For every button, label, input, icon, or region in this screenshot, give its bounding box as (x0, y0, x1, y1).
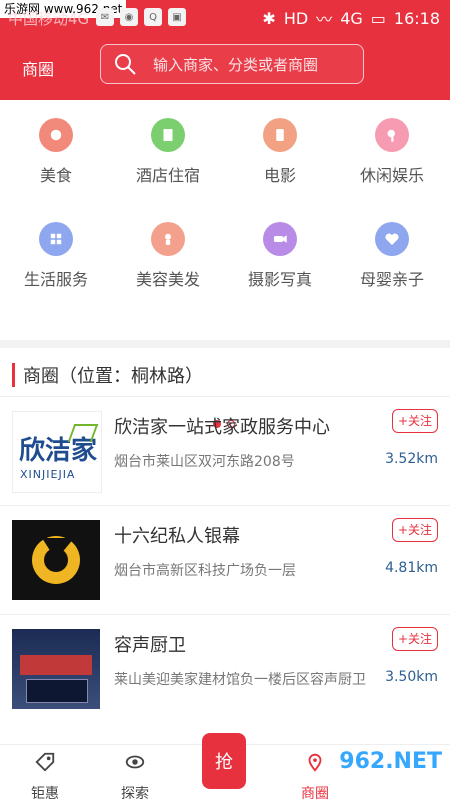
logo-sub-text: XINJIEJIA (20, 468, 76, 481)
bottom-tabbar: 钜惠 探索 抢 商圈 962.NET (0, 733, 450, 803)
category-label: 摄影写真 (247, 270, 312, 289)
shop-distance: 3.52km (385, 451, 438, 467)
image-icon: ▣ (168, 8, 186, 26)
category-entertainment[interactable]: 休闲娱乐 (336, 100, 448, 185)
battery-icon: ▭ (370, 8, 386, 28)
film-logo-icon (12, 520, 100, 600)
shop-list: 欣洁家 XINJIEJIA 欣洁家一站式家政服务中心 烟台市莱山区双河东路208… (0, 396, 450, 723)
app-icon: ◉ (120, 8, 138, 26)
category-label: 休闲娱乐 (359, 166, 424, 185)
food-icon (39, 118, 73, 152)
shop-title: 欣洁家一站式家政服务中心 (114, 417, 330, 438)
grab-label: 抢 (215, 752, 233, 773)
shop-logo: 欣洁家 XINJIEJIA (12, 411, 102, 493)
microphone-icon (375, 118, 409, 152)
shop-distance: 3.50km (385, 669, 438, 685)
notification-icon: ✉ (96, 8, 114, 26)
carrier-label: 中国移动4G (8, 10, 90, 28)
shop-title: 十六纪私人银幕 (114, 526, 240, 547)
tab-label: 钜惠 (31, 786, 59, 802)
search-icon (115, 54, 136, 75)
qq-icon: Q (144, 8, 162, 26)
category-grid: 美食 酒店住宿 电影 休闲娱乐 生活服务 美容美发 摄影写真 母婴亲子 (0, 100, 450, 428)
movie-icon (263, 118, 297, 152)
shop-distance: 4.81km (385, 560, 438, 576)
shop-item[interactable]: 十六纪私人银幕 烟台市高新区科技广场负一层 +关注 4.81km (0, 505, 450, 614)
category-photography[interactable]: 摄影写真 (224, 204, 336, 289)
app-bar: 商圈 (0, 34, 450, 100)
category-food[interactable]: 美食 (0, 100, 112, 185)
tab-label: 探索 (121, 786, 149, 802)
district-selector[interactable]: 商圈 (22, 56, 54, 80)
shop-photo (12, 629, 100, 709)
hd-icon: HD (283, 8, 309, 28)
shop-address: 烟台市莱山区双河东路208号 (114, 454, 295, 470)
search-input[interactable] (151, 51, 355, 79)
tab-explore[interactable]: 探索 (90, 751, 180, 803)
heart-icon (375, 222, 409, 256)
location-icon (308, 753, 322, 772)
camera-icon (263, 222, 297, 256)
corner-watermark: 962.NET (339, 749, 442, 774)
bluetooth-icon: ✱ (262, 8, 276, 28)
shop-item[interactable]: 欣洁家 XINJIEJIA 欣洁家一站式家政服务中心 烟台市莱山区双河东路208… (0, 396, 450, 505)
section-title-text: 商圈（位置：桐林路） (23, 366, 203, 387)
follow-button[interactable]: +关注 (392, 409, 438, 433)
shop-address: 烟台市高新区科技广场负一层 (114, 563, 296, 579)
status-app-icons: ✉ ◉ Q ▣ (96, 8, 186, 26)
clock: 16:18 (393, 8, 440, 28)
shop-logo (12, 520, 100, 600)
network-label: 4G (340, 8, 363, 28)
shop-address: 莱山美迎美家建材馆负一楼后区容声厨卫 (114, 672, 366, 688)
category-label: 酒店住宿 (135, 166, 200, 185)
hotel-icon (151, 118, 185, 152)
category-life-service[interactable]: 生活服务 (0, 204, 112, 289)
service-icon (39, 222, 73, 256)
category-mother-baby[interactable]: 母婴亲子 (336, 204, 448, 289)
eye-icon (125, 755, 145, 769)
category-hotel[interactable]: 酒店住宿 (112, 100, 224, 185)
follow-button[interactable]: +关注 (392, 518, 438, 542)
title-accent-bar (12, 363, 15, 387)
status-bar: 乐游网 www.962.net 中国移动4G ✉ ◉ Q ▣ ✱ HD 〰 4G… (0, 0, 450, 34)
grab-button[interactable]: 抢 (202, 733, 246, 789)
category-label: 电影 (263, 166, 296, 185)
shop-sign (20, 655, 92, 675)
category-label: 生活服务 (23, 270, 88, 289)
section-title: 商圈（位置：桐林路） (0, 360, 203, 390)
category-movie[interactable]: 电影 (224, 100, 336, 185)
section-separator (0, 340, 450, 348)
category-label: 美容美发 (135, 270, 200, 289)
category-beauty[interactable]: 美容美发 (112, 204, 224, 289)
category-label: 母婴亲子 (359, 270, 424, 289)
follow-button[interactable]: +关注 (392, 627, 438, 651)
shop-counter (26, 679, 88, 703)
tab-label: 商圈 (301, 786, 329, 802)
status-right: ✱ HD 〰 4G ▭ 16:18 (262, 6, 440, 30)
category-label: 美食 (39, 166, 72, 185)
search-box[interactable] (100, 44, 364, 84)
tab-deals[interactable]: 钜惠 (0, 751, 90, 803)
shop-title: 容声厨卫 (114, 635, 186, 656)
beauty-icon (151, 222, 185, 256)
tag-icon (35, 752, 55, 772)
wifi-icon: 〰 (316, 10, 333, 29)
shop-item[interactable]: 容声厨卫 莱山美迎美家建材馆负一楼后区容声厨卫 +关注 3.50km (0, 614, 450, 723)
